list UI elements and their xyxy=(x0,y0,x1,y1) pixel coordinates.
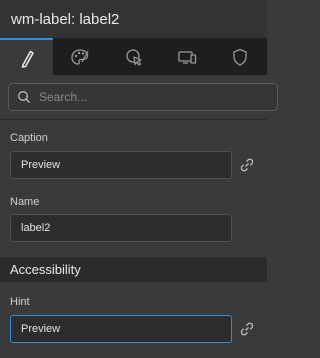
search-input[interactable] xyxy=(39,90,259,104)
name-field[interactable]: label2 xyxy=(10,214,232,242)
hint-field[interactable]: Preview xyxy=(10,315,232,343)
accessibility-section-header[interactable]: Accessibility xyxy=(0,257,267,282)
tab-device[interactable] xyxy=(160,38,213,75)
devices-icon xyxy=(178,50,197,64)
section-title: Accessibility xyxy=(10,262,81,277)
search-icon xyxy=(18,91,30,103)
tab-events[interactable] xyxy=(107,38,160,75)
name-label: Name xyxy=(10,196,40,208)
widget-title: wm-label: label2 xyxy=(11,10,120,28)
link-icon[interactable] xyxy=(240,322,254,336)
tab-security[interactable] xyxy=(214,38,267,75)
panel-header: wm-label: label2 xyxy=(0,0,267,38)
tab-styles[interactable] xyxy=(53,38,106,75)
tab-properties[interactable] xyxy=(0,38,54,75)
pencil-icon xyxy=(21,50,34,68)
shield-icon xyxy=(233,48,247,66)
divider xyxy=(0,119,267,120)
link-icon[interactable] xyxy=(240,158,254,172)
hint-label: Hint xyxy=(10,296,30,308)
palette-icon xyxy=(71,48,89,65)
property-tabs xyxy=(0,38,267,75)
cursor-click-icon xyxy=(125,48,142,66)
caption-field[interactable]: Preview xyxy=(10,151,232,179)
property-search xyxy=(8,83,278,111)
caption-label: Caption xyxy=(10,132,48,144)
